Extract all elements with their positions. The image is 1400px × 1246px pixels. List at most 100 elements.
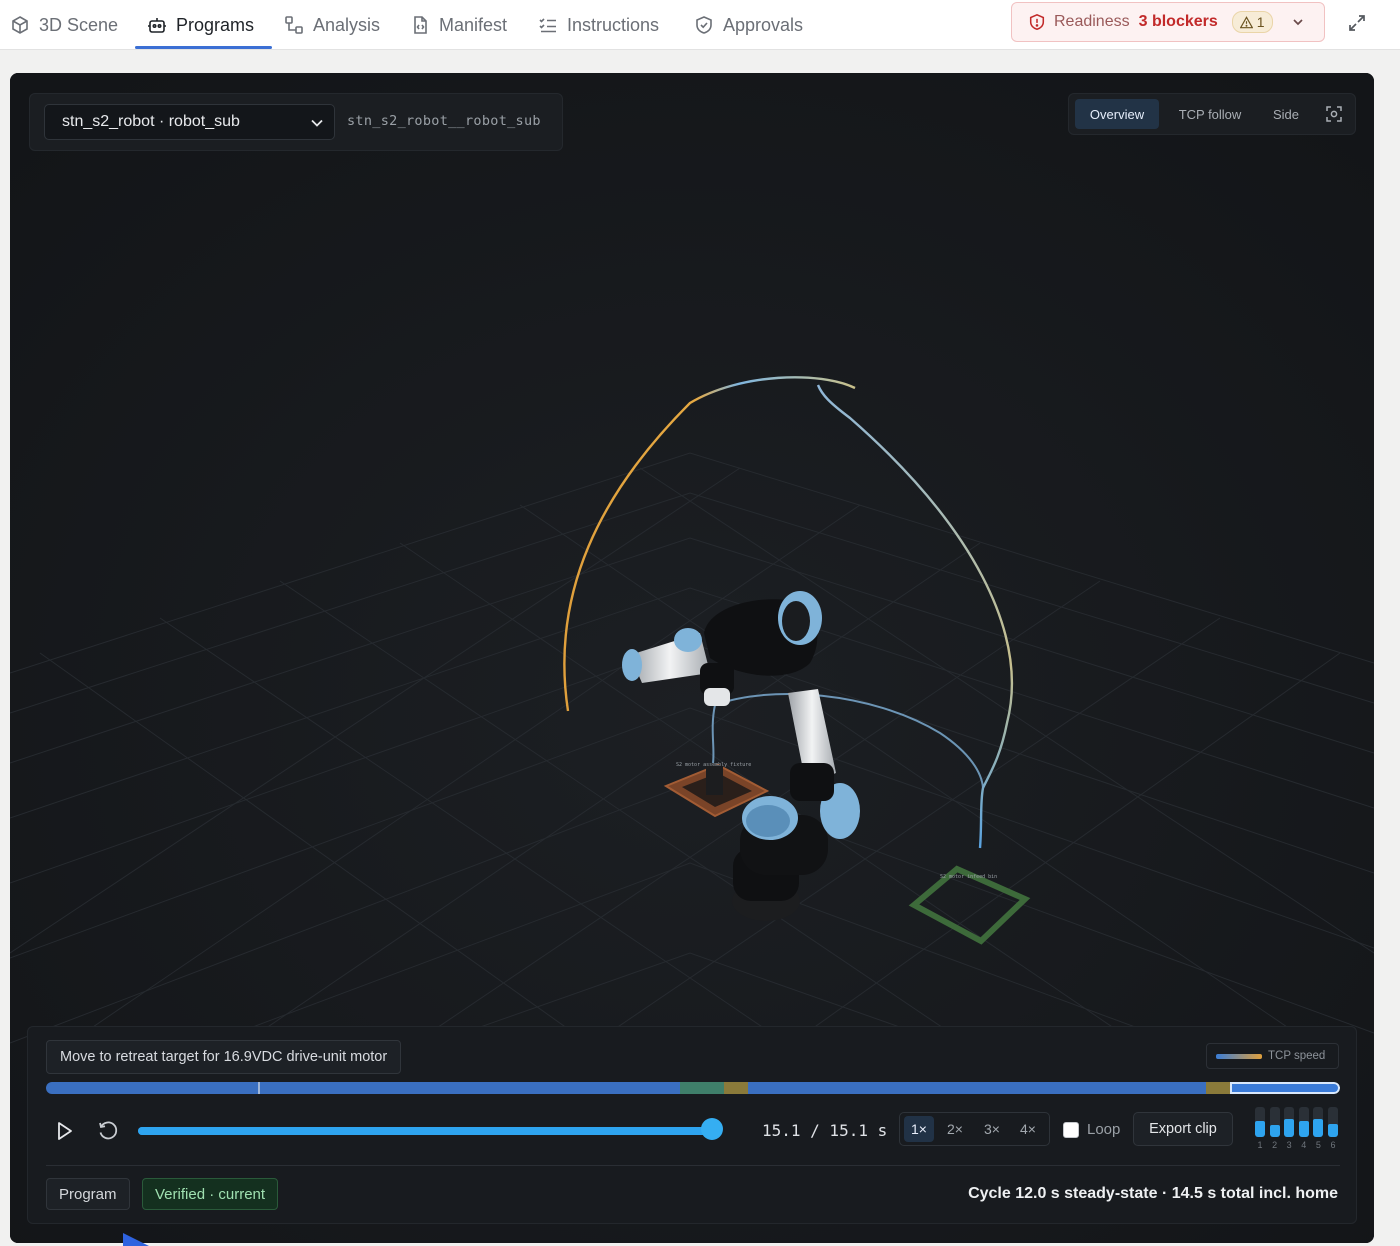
speed-label: 3× <box>984 1121 1000 1137</box>
chevron-down-icon <box>1292 19 1303 26</box>
cycle-time-summary: Cycle 12.0 s steady-state · 14.5 s total… <box>968 1185 1338 1202</box>
tab-label: Approvals <box>723 14 804 35</box>
legend-label: TCP speed <box>1268 1050 1326 1062</box>
file-code-icon <box>414 16 427 34</box>
view-tcp-follow-button[interactable]: TCP follow <box>1167 99 1253 129</box>
speed-label: 1× <box>911 1121 927 1137</box>
tab-label: Analysis <box>313 14 381 35</box>
tab-instructions[interactable]: Instructions <box>538 0 659 50</box>
speed-3x-button[interactable]: 3× <box>977 1116 1007 1142</box>
warning-badge: 1 <box>1231 11 1273 33</box>
joint-bar <box>1255 1107 1265 1137</box>
joint-number: 3 <box>1286 1140 1292 1150</box>
3d-viewport[interactable]: S2 motor assembly fixture S2 motor infee… <box>10 73 1374 1243</box>
fullscreen-button[interactable] <box>1342 8 1372 38</box>
shield-alert-icon <box>1029 13 1045 30</box>
timeline-segment[interactable] <box>1230 1082 1340 1094</box>
scrub-track[interactable] <box>138 1127 712 1135</box>
cursor-pointer-icon <box>123 1233 149 1246</box>
tab-programs[interactable]: Programs <box>147 0 254 50</box>
tab-label: Instructions <box>567 14 660 35</box>
status-badge: Verified · current <box>142 1178 279 1210</box>
divider <box>46 1165 1340 1166</box>
list-check-icon <box>539 18 556 33</box>
joint-number: 6 <box>1330 1140 1336 1150</box>
playback-panel: Move to retreat target for 16.9VDC drive… <box>27 1026 1357 1224</box>
joint-bar <box>1313 1107 1324 1137</box>
program-chip[interactable]: Program <box>46 1178 130 1210</box>
program-timeline[interactable] <box>46 1082 1340 1094</box>
top-tab-bar: 3D Scene Programs Analysis Manifest Inst… <box>0 0 1400 50</box>
tab-approvals[interactable]: Approvals <box>694 0 803 50</box>
tab-label: Manifest <box>439 14 508 35</box>
timeline-segment[interactable] <box>680 1082 724 1094</box>
timeline-segment[interactable] <box>260 1082 680 1094</box>
joint-meters: 123456 <box>1255 1107 1341 1155</box>
readiness-blockers: 3 blockers <box>1138 13 1218 30</box>
view-overview-button[interactable]: Overview <box>1075 99 1159 129</box>
tab-label: Programs <box>176 14 255 35</box>
joint-bar <box>1328 1107 1338 1137</box>
speed-1x-button[interactable]: 1× <box>904 1116 934 1142</box>
current-step-label: Move to retreat target for 16.9VDC drive… <box>46 1040 402 1074</box>
focus-icon <box>1326 106 1342 122</box>
legend-gradient <box>1216 1053 1262 1059</box>
joint-number: 4 <box>1301 1140 1307 1150</box>
speed-4x-button[interactable]: 4× <box>1013 1116 1043 1142</box>
timeline-segment[interactable] <box>46 1082 258 1094</box>
export-clip-button[interactable]: Export clip <box>1133 1112 1233 1146</box>
tab-label: 3D Scene <box>39 14 119 35</box>
readiness-label: Readiness <box>1054 13 1130 30</box>
joint-level <box>1255 1120 1265 1137</box>
restart-button[interactable] <box>92 1115 124 1147</box>
step-text: Move to retreat target for 16.9VDC drive… <box>60 1049 388 1065</box>
joint-bar <box>1269 1107 1280 1137</box>
play-icon <box>58 1122 72 1140</box>
scrub-handle[interactable] <box>701 1118 723 1140</box>
program-chip-label: Program <box>59 1185 117 1203</box>
joint-bar <box>1298 1107 1309 1137</box>
tab-analysis[interactable]: Analysis <box>284 0 380 50</box>
loop-label: Loop <box>1087 1121 1121 1138</box>
time-readout: 15.1 / 15.1 s <box>762 1121 888 1140</box>
speed-label: 2× <box>947 1121 963 1137</box>
program-select[interactable]: stn_s2_robot · robot_sub <box>44 104 335 140</box>
view-side-button[interactable]: Side <box>1261 99 1311 129</box>
joint-number: 1 <box>1257 1140 1263 1150</box>
loop-checkbox[interactable] <box>1063 1121 1079 1138</box>
joint-level <box>1269 1125 1280 1137</box>
scrub-progress <box>138 1127 712 1135</box>
view-label: Side <box>1272 106 1300 122</box>
program-select-value: stn_s2_robot · robot_sub <box>62 113 240 130</box>
timeline-segment[interactable] <box>748 1082 1206 1094</box>
loop-toggle[interactable]: Loop <box>1063 1121 1120 1138</box>
joint-level <box>1328 1123 1338 1137</box>
nodes-icon <box>285 16 303 34</box>
status-label: Verified · current <box>155 1185 266 1203</box>
robot-icon <box>148 18 166 33</box>
joint-number: 2 <box>1272 1140 1278 1150</box>
joint-bar <box>1284 1107 1295 1137</box>
play-button[interactable] <box>48 1115 80 1147</box>
view-label: Overview <box>1089 106 1145 122</box>
speed-selector: 1× 2× 3× 4× <box>899 1112 1050 1146</box>
timeline-segment[interactable] <box>1206 1082 1230 1094</box>
chevron-down-icon <box>311 119 323 127</box>
cube-icon <box>12 16 28 34</box>
readiness-button[interactable]: Readiness 3 blockers 1 <box>1011 2 1325 42</box>
joint-level <box>1284 1119 1295 1137</box>
tab-manifest[interactable]: Manifest <box>410 0 507 50</box>
speed-2x-button[interactable]: 2× <box>940 1116 970 1142</box>
export-label: Export clip <box>1149 1121 1217 1137</box>
shield-check-icon <box>696 16 712 34</box>
joint-level <box>1298 1120 1309 1137</box>
program-selector-panel: stn_s2_robot · robot_sub stn_s2_robot__r… <box>29 93 563 151</box>
focus-camera-button[interactable] <box>1317 99 1351 129</box>
joint-level <box>1313 1119 1324 1137</box>
warning-icon <box>1239 15 1253 28</box>
tab-3d-scene[interactable]: 3D Scene <box>10 0 118 50</box>
timeline-segment[interactable] <box>724 1082 748 1094</box>
rotate-ccw-icon <box>99 1121 118 1140</box>
speed-label: 4× <box>1020 1121 1036 1137</box>
bin-label: S2 motor infeed bin <box>940 874 997 880</box>
